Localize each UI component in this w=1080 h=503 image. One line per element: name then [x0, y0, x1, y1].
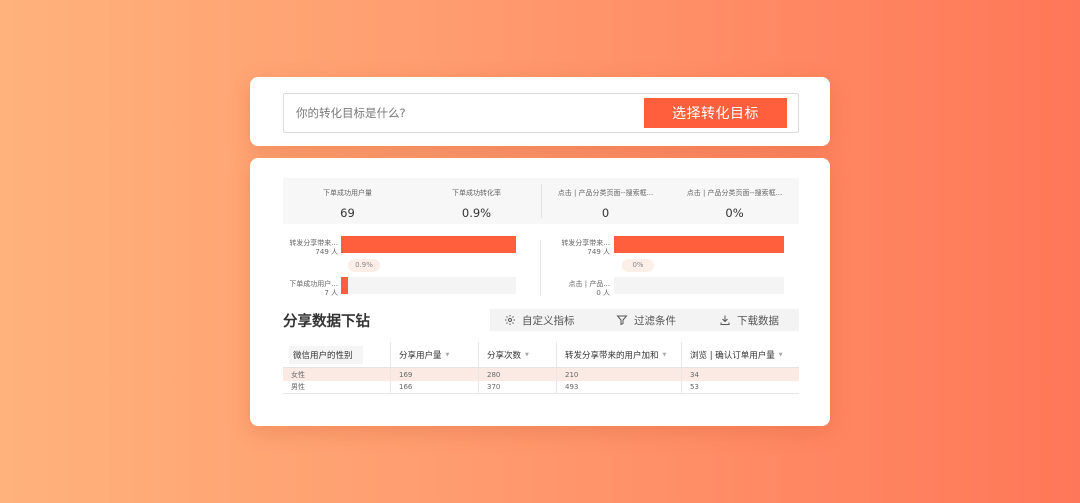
funnel-step-count: 749 人: [315, 248, 338, 256]
metric-order-conversion: 下单成功转化率 0.9%: [412, 178, 541, 224]
filter-button[interactable]: 过滤条件: [616, 309, 676, 331]
funnel-step-track: [341, 277, 516, 294]
download-button[interactable]: 下载数据: [719, 309, 779, 331]
sort-icon: ▼: [525, 351, 529, 358]
funnel-conversion-badge: 0%: [622, 259, 654, 272]
column-header-share-users[interactable]: 分享用户量 ▼: [391, 342, 479, 367]
funnel-step-bar: [341, 277, 348, 294]
metric-value: 0.9%: [461, 206, 492, 220]
funnel-step-count: 0 人: [596, 289, 610, 297]
table-row[interactable]: 男性 166 370 493 53: [283, 381, 799, 394]
select-conversion-goal-button[interactable]: 选择转化目标: [644, 98, 787, 128]
filter-icon: [616, 315, 628, 326]
filter-label: 过滤条件: [634, 314, 676, 327]
funnel-conversion-badge: 0.9%: [348, 259, 380, 272]
funnel-step-track: [341, 236, 516, 253]
table-cell: 166: [391, 381, 479, 393]
metric-value: 0: [601, 206, 610, 220]
funnel-step-bar: [341, 236, 516, 253]
sort-icon: ▼: [778, 351, 783, 358]
conversion-goal-input[interactable]: [296, 103, 626, 123]
download-icon: [720, 315, 730, 325]
sort-icon: ▼: [662, 351, 667, 358]
table-cell: 370: [479, 381, 557, 393]
metric-value: 69: [340, 206, 355, 220]
table-row[interactable]: 女性 169 280 210 34: [283, 368, 799, 381]
column-header-label: 分享次数: [487, 350, 522, 361]
metric-search-click-rate: 点击 | 产品分类页面--搜索框... 0%: [670, 178, 799, 224]
funnel-step-bar: [614, 236, 784, 253]
metric-order-users: 下单成功用户量 69: [283, 178, 412, 224]
column-header-label: 浏览 | 确认订单用户量: [690, 350, 775, 361]
funnel-step-track: [614, 236, 784, 253]
conversion-goal-search-box: 选择转化目标: [283, 93, 799, 133]
column-header-share-count[interactable]: 分享次数 ▼: [479, 342, 557, 367]
metric-label: 点击 | 产品分类页面--搜索框...: [557, 189, 654, 197]
table-cell: 280: [479, 368, 557, 381]
table-cell: 34: [690, 370, 699, 379]
metrics-summary: 下单成功用户量 69 下单成功转化率 0.9% 点击 | 产品分类页面--搜索框…: [283, 178, 799, 224]
table-cell: 210: [557, 368, 682, 381]
table-cell: 女性: [283, 368, 391, 381]
column-header-gender[interactable]: 微信用户的性别: [283, 342, 391, 367]
funnel-step-count: 7 人: [324, 289, 338, 297]
drilldown-table: 微信用户的性别 分享用户量 ▼ 分享次数 ▼ 转发分享带来的用户加和 ▼ 浏览 | 确…: [283, 342, 799, 394]
column-header-label: 分享用户量: [399, 350, 442, 361]
table-cell: 169: [391, 368, 479, 381]
table-header: 微信用户的性别 分享用户量 ▼ 分享次数 ▼ 转发分享带来的用户加和 ▼ 浏览 | 确…: [283, 342, 799, 368]
column-header-label: 转发分享带来的用户加和: [565, 350, 659, 361]
table-cell: 53: [690, 383, 699, 391]
metric-label: 点击 | 产品分类页面--搜索框...: [686, 189, 783, 197]
section-title: 分享数据下钻: [283, 314, 370, 330]
custom-metric-button[interactable]: 自定义指标: [504, 309, 575, 331]
column-header-referred-users[interactable]: 转发分享带来的用户加和 ▼: [557, 342, 682, 367]
funnel-step-track: [614, 277, 784, 294]
drilldown-toolbar: 自定义指标 过滤条件 下载数据: [490, 309, 799, 331]
dimension-chip: 微信用户的性别: [289, 345, 363, 364]
analytics-card: 下单成功用户量 69 下单成功转化率 0.9% 点击 | 产品分类页面--搜索框…: [250, 158, 830, 426]
funnel-step-count: 749 人: [587, 248, 610, 256]
column-header-confirm-order-users[interactable]: 浏览 | 确认订单用户量 ▼: [682, 342, 799, 367]
table-cell: 男性: [283, 381, 391, 393]
download-label: 下载数据: [737, 314, 779, 327]
metric-search-click: 点击 | 产品分类页面--搜索框... 0: [541, 178, 670, 224]
metric-value: 0%: [725, 206, 744, 220]
metric-label: 下单成功转化率: [452, 189, 501, 197]
sort-icon: ▼: [445, 351, 450, 358]
custom-metric-label: 自定义指标: [522, 314, 575, 327]
gear-icon: [505, 315, 515, 325]
metric-label: 下单成功用户量: [323, 189, 372, 197]
table-cell: 493: [557, 381, 682, 393]
conversion-goal-card: 选择转化目标: [250, 77, 830, 146]
